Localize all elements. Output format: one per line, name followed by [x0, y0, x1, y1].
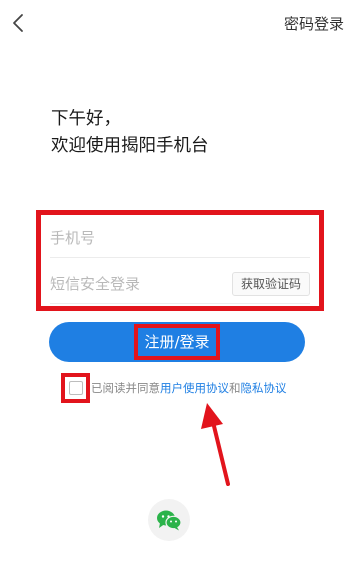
red-arrow-icon [201, 403, 230, 486]
sms-field-row: 获取验证码 [50, 264, 310, 304]
greeting-line-2: 欢迎使用揭阳手机台 [51, 136, 209, 156]
get-code-button[interactable]: 获取验证码 [231, 271, 310, 296]
wechat-login-button[interactable] [148, 499, 190, 541]
login-form-highlight: 获取验证码 [36, 210, 324, 311]
back-button[interactable] [6, 10, 30, 36]
phone-field-row [50, 218, 310, 258]
agreement-checkbox[interactable] [68, 381, 83, 395]
agreement-row: 已阅读并同意 用户使用协议 和 隐私协议 [61, 373, 287, 403]
chevron-left-icon [13, 14, 23, 32]
register-login-label: 注册/登录 [134, 324, 220, 360]
wechat-icon [157, 510, 182, 531]
password-login-link[interactable]: 密码登录 [284, 13, 344, 34]
user-agreement-link[interactable]: 用户使用协议 [160, 380, 229, 396]
agreement-and: 和 [229, 381, 241, 395]
greeting-line-1: 下午好， [51, 109, 121, 129]
greeting: 下午好， 欢迎使用揭阳手机台 [51, 106, 209, 160]
agreement-checkbox-highlight[interactable] [61, 373, 90, 403]
sms-code-input[interactable] [50, 274, 226, 293]
phone-input[interactable] [50, 228, 310, 247]
agreement-prefix: 已阅读并同意 [91, 381, 160, 395]
privacy-agreement-link[interactable]: 隐私协议 [241, 380, 287, 396]
register-login-button[interactable]: 注册/登录 [49, 322, 305, 362]
